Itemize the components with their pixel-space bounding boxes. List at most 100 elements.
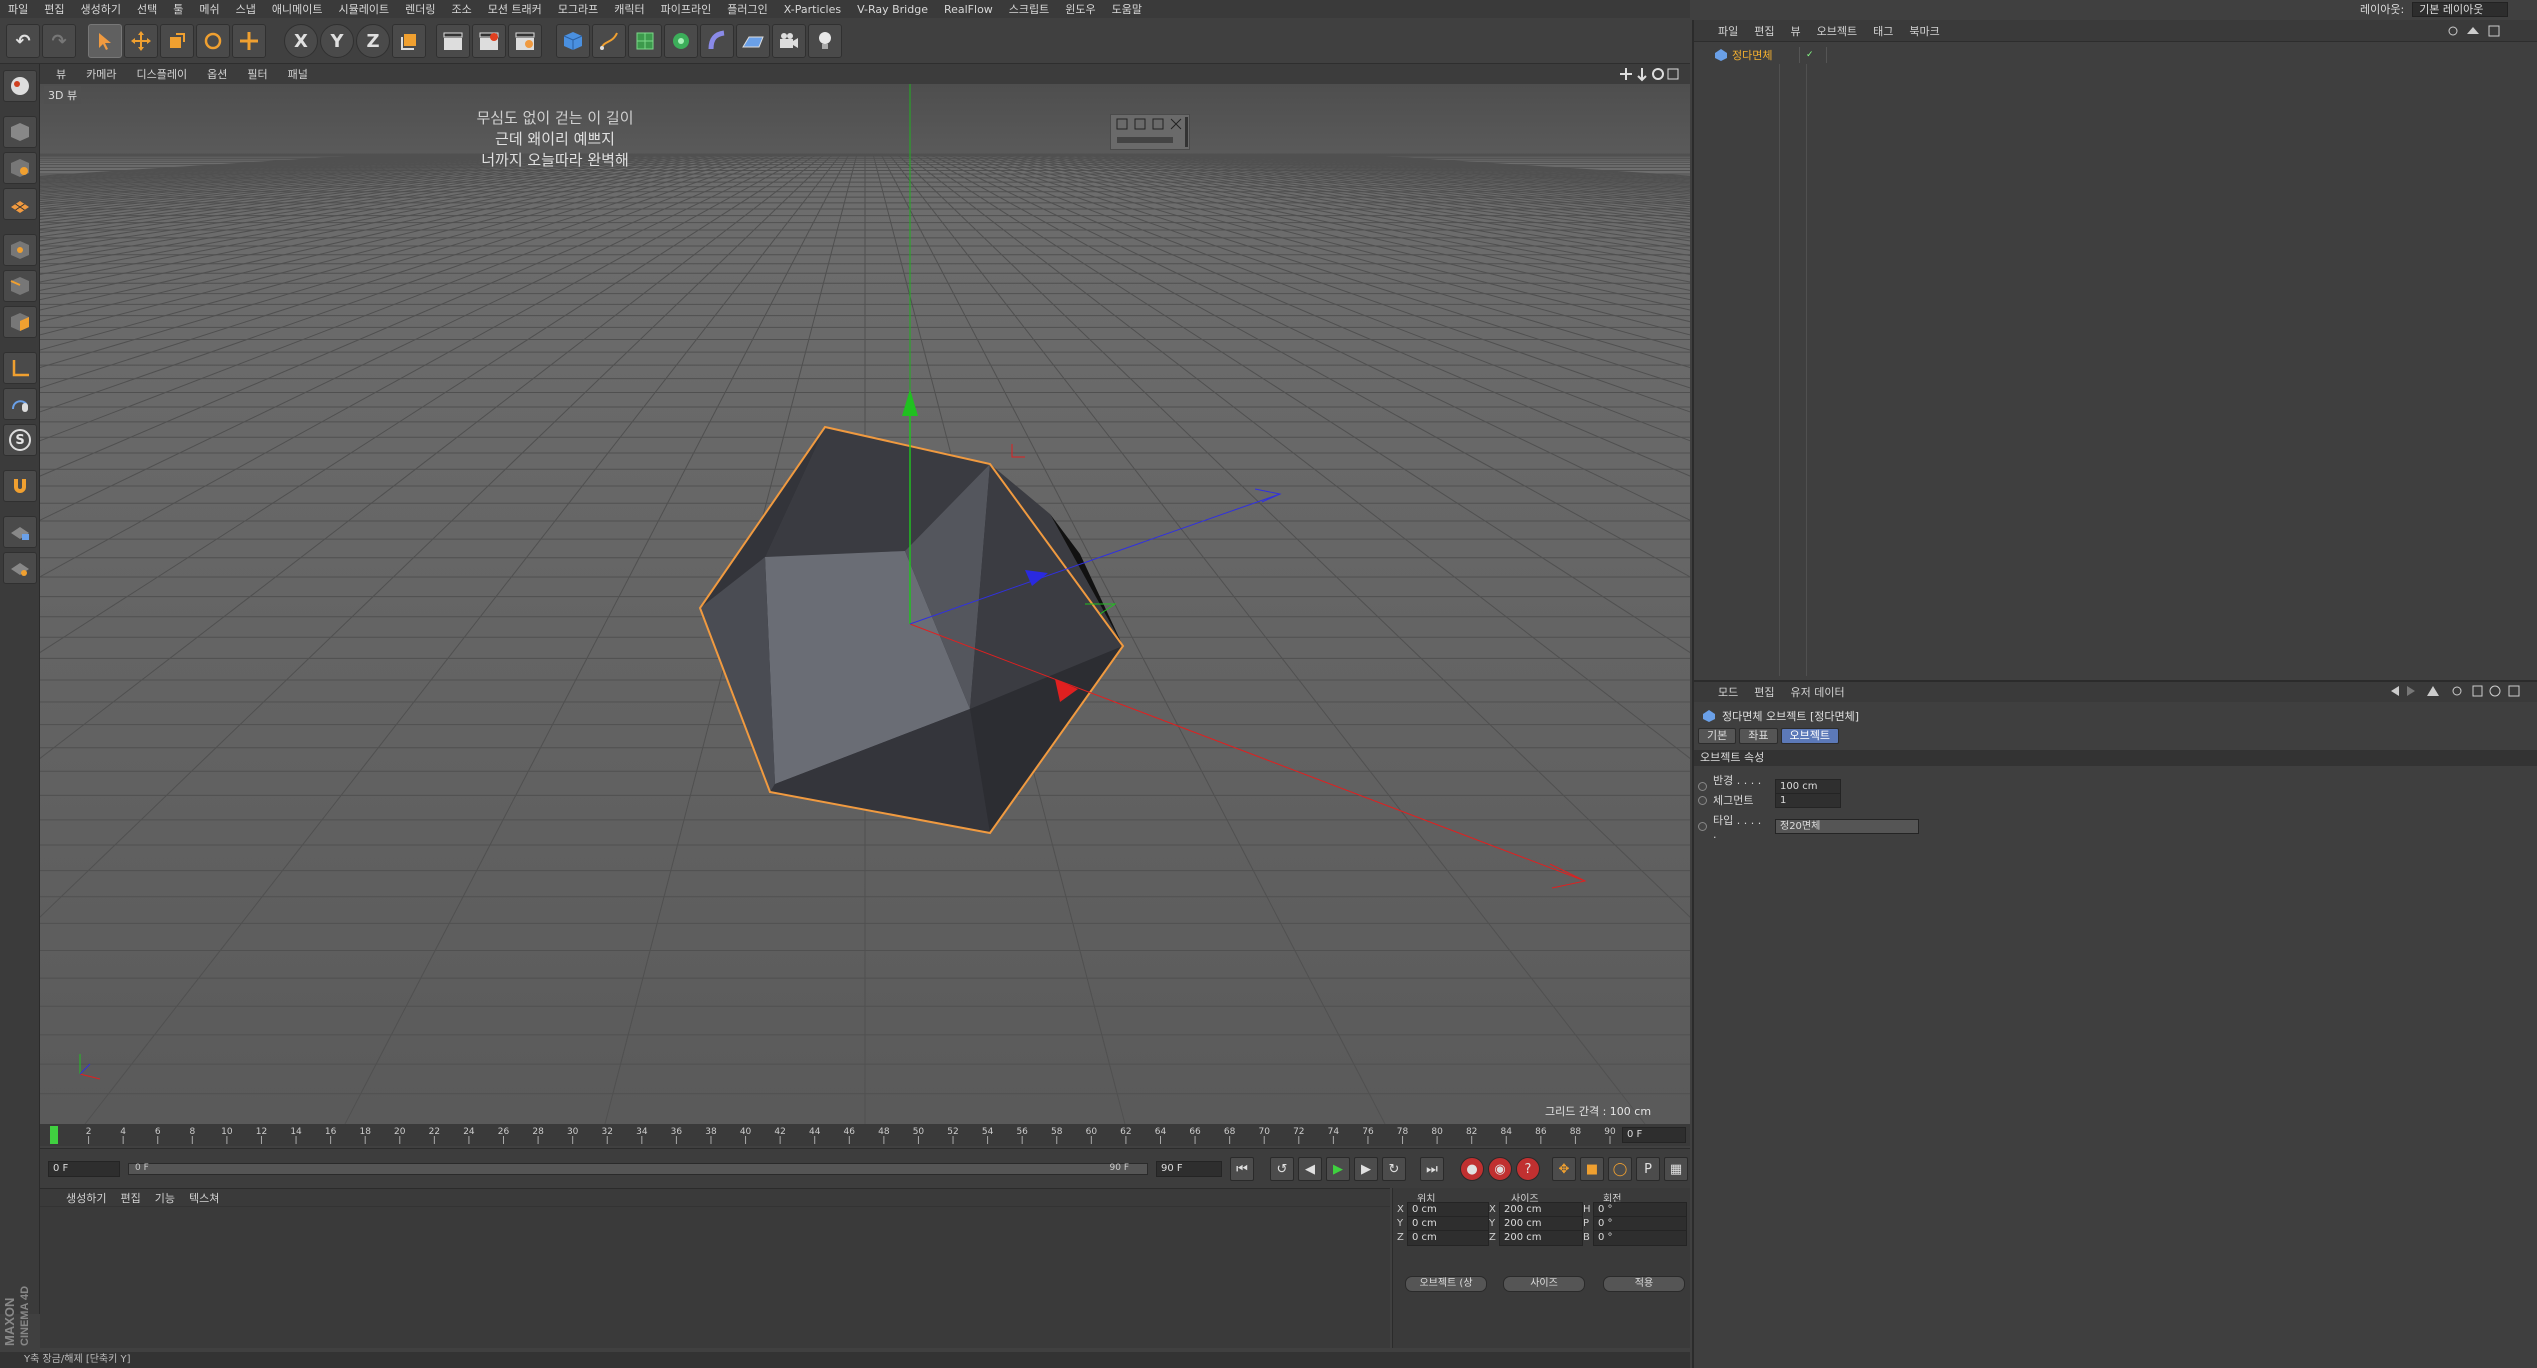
menu-item-13[interactable]: 캐릭터 bbox=[614, 1, 644, 17]
locked-workplane-button[interactable] bbox=[3, 516, 37, 548]
timeline-ruler[interactable]: 0246810121416182022242628303234363840424… bbox=[40, 1124, 1690, 1146]
viewport-menu-item-3[interactable]: 옵션 bbox=[207, 66, 227, 82]
x-axis-lock-button[interactable]: X bbox=[284, 24, 318, 58]
light-button[interactable] bbox=[808, 24, 842, 58]
viewport-menu-item-1[interactable]: 카메라 bbox=[86, 66, 116, 82]
subdivision-surface-button[interactable] bbox=[628, 24, 662, 58]
workplane-button[interactable] bbox=[3, 552, 37, 584]
menu-item-12[interactable]: 모그라프 bbox=[558, 1, 598, 17]
cloner-button[interactable] bbox=[664, 24, 698, 58]
3d-viewport[interactable] bbox=[40, 84, 1690, 1124]
autokey-button[interactable]: ◉ bbox=[1488, 1157, 1512, 1181]
workplane-mode-button[interactable] bbox=[3, 188, 37, 220]
axis-mode-button[interactable] bbox=[3, 352, 37, 384]
points-mode-button[interactable] bbox=[3, 234, 37, 266]
rotation-2-field[interactable]: 0 ° bbox=[1593, 1230, 1687, 1246]
move-tool-button[interactable] bbox=[124, 24, 158, 58]
media-control-widget[interactable] bbox=[1110, 114, 1190, 150]
select-tool-button[interactable] bbox=[88, 24, 122, 58]
undo-button[interactable]: ↶ bbox=[6, 24, 40, 58]
cube-button[interactable] bbox=[556, 24, 590, 58]
coordinate-system-button[interactable] bbox=[392, 24, 426, 58]
radius-animate-radio[interactable] bbox=[1698, 782, 1707, 791]
menu-item-9[interactable]: 렌더링 bbox=[405, 1, 435, 17]
current-frame-field[interactable]: 0 F bbox=[1622, 1127, 1686, 1143]
y-axis-lock-button[interactable]: Y bbox=[320, 24, 354, 58]
object-menu-item-0[interactable]: 파일 bbox=[1718, 23, 1738, 39]
viewport-menu-item-4[interactable]: 필터 bbox=[247, 66, 267, 82]
layout-dropdown[interactable]: 기본 레이아웃 bbox=[2412, 1, 2509, 17]
menu-item-2[interactable]: 생성하기 bbox=[81, 1, 121, 17]
model-mode-button[interactable] bbox=[3, 116, 37, 148]
type-animate-radio[interactable] bbox=[1698, 822, 1707, 831]
object-tree-row[interactable]: 정다면체 ✓ bbox=[1714, 47, 2537, 63]
object-menu-item-4[interactable]: 태그 bbox=[1873, 23, 1893, 39]
viewport-menu-item-2[interactable]: 디스플레이 bbox=[137, 66, 188, 82]
material-menu-item-2[interactable]: 기능 bbox=[155, 1190, 175, 1206]
record-button[interactable]: ● bbox=[1460, 1157, 1484, 1181]
menu-item-1[interactable]: 편집 bbox=[44, 1, 64, 17]
recent-tool-button[interactable] bbox=[232, 24, 266, 58]
visibility-column[interactable]: ✓ bbox=[1799, 47, 1827, 63]
viewport-nav-icons[interactable] bbox=[1620, 66, 1686, 82]
loop-button[interactable]: ↻ bbox=[1382, 1157, 1406, 1181]
rotate-tool-button[interactable] bbox=[196, 24, 230, 58]
position-2-field[interactable]: 0 cm bbox=[1407, 1230, 1489, 1246]
tab-coordinates[interactable]: 좌표 bbox=[1739, 728, 1778, 744]
object-name[interactable]: 정다면체 bbox=[1732, 47, 1772, 63]
edges-mode-button[interactable] bbox=[3, 270, 37, 302]
size-2-field[interactable]: 200 cm bbox=[1499, 1230, 1583, 1246]
menu-item-18[interactable]: RealFlow bbox=[944, 3, 993, 16]
key-parameter-button[interactable]: P bbox=[1636, 1157, 1660, 1181]
menu-item-0[interactable]: 파일 bbox=[8, 1, 28, 17]
segments-input[interactable]: 1 bbox=[1775, 792, 1841, 808]
snap-button[interactable]: S bbox=[3, 424, 37, 456]
attribute-menu-item-2[interactable]: 유저 데이터 bbox=[1791, 684, 1845, 700]
material-menu-item-0[interactable]: 생성하기 bbox=[66, 1190, 106, 1206]
menu-item-3[interactable]: 선택 bbox=[137, 1, 157, 17]
render-picture-viewer-button[interactable] bbox=[472, 24, 506, 58]
menu-item-4[interactable]: 툴 bbox=[173, 1, 183, 17]
object-menu-item-1[interactable]: 편집 bbox=[1754, 23, 1774, 39]
menu-item-11[interactable]: 모션 트래커 bbox=[488, 1, 542, 17]
enable-snap-button[interactable] bbox=[3, 470, 37, 502]
next-frame-button[interactable]: ▶ bbox=[1354, 1157, 1378, 1181]
key-pla-button[interactable]: ▦ bbox=[1664, 1157, 1688, 1181]
material-menu-item-3[interactable]: 텍스쳐 bbox=[189, 1190, 219, 1206]
render-settings-button[interactable] bbox=[508, 24, 542, 58]
segments-animate-radio[interactable] bbox=[1698, 795, 1707, 805]
coordinate-mode-select[interactable]: 오브젝트 (상 bbox=[1405, 1276, 1487, 1292]
pen-spline-button[interactable] bbox=[592, 24, 626, 58]
playhead[interactable] bbox=[50, 1126, 58, 1144]
play-button[interactable]: ▶ bbox=[1326, 1157, 1350, 1181]
menu-item-15[interactable]: 플러그인 bbox=[727, 1, 767, 17]
attribute-menu-item-0[interactable]: 모드 bbox=[1718, 684, 1738, 700]
go-to-start-button[interactable]: ⏮ bbox=[1230, 1157, 1254, 1181]
deformer-button[interactable] bbox=[700, 24, 734, 58]
object-menu-item-2[interactable]: 뷰 bbox=[1791, 23, 1801, 39]
apply-button[interactable]: 적용 bbox=[1603, 1276, 1685, 1292]
start-frame-field[interactable]: 0 F bbox=[48, 1161, 120, 1177]
polygons-mode-button[interactable] bbox=[3, 306, 37, 338]
object-menu-item-3[interactable]: 오브젝트 bbox=[1817, 23, 1857, 39]
layout-selector[interactable]: 레이아웃: 기본 레이아웃 bbox=[2360, 0, 2530, 18]
previous-key-button[interactable]: ↺ bbox=[1270, 1157, 1294, 1181]
menu-item-8[interactable]: 시뮬레이트 bbox=[338, 1, 389, 17]
previous-frame-button[interactable]: ◀ bbox=[1298, 1157, 1322, 1181]
size-mode-select[interactable]: 사이즈 bbox=[1503, 1276, 1585, 1292]
attribute-menu-item-1[interactable]: 편집 bbox=[1754, 684, 1774, 700]
tab-basic[interactable]: 기본 bbox=[1698, 728, 1737, 744]
menu-item-5[interactable]: 메쉬 bbox=[199, 1, 219, 17]
camera-button[interactable] bbox=[772, 24, 806, 58]
make-editable-button[interactable] bbox=[3, 70, 37, 102]
menu-item-10[interactable]: 조소 bbox=[451, 1, 471, 17]
tab-object[interactable]: 오브젝트 bbox=[1780, 728, 1839, 744]
key-position-button[interactable]: ✥ bbox=[1552, 1157, 1576, 1181]
attribute-nav-icons[interactable] bbox=[2387, 684, 2527, 698]
key-rotation-button[interactable]: ◯ bbox=[1608, 1157, 1632, 1181]
menu-item-14[interactable]: 파이프라인 bbox=[661, 1, 712, 17]
type-dropdown[interactable]: 정20면체 bbox=[1775, 819, 1919, 834]
object-manager-icons[interactable] bbox=[2447, 24, 2507, 38]
menu-item-20[interactable]: 윈도우 bbox=[1065, 1, 1095, 17]
redo-button[interactable]: ↷ bbox=[42, 24, 76, 58]
